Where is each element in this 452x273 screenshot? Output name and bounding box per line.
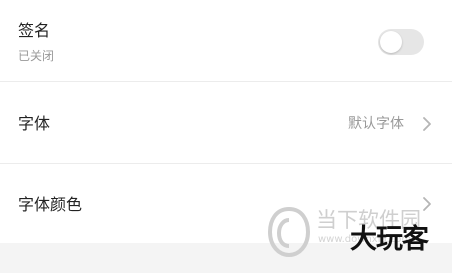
toggle-knob	[380, 31, 402, 53]
chevron-right-icon	[423, 197, 431, 211]
font-row[interactable]: 字体 默认字体	[0, 82, 452, 163]
font-label: 字体	[18, 114, 51, 133]
font-color-row[interactable]: 字体颜色	[0, 164, 452, 243]
font-color-label: 字体颜色	[18, 195, 83, 214]
signature-toggle[interactable]	[378, 29, 424, 55]
signature-row: 签名 已关闭	[0, 0, 452, 81]
chevron-right-icon	[423, 117, 431, 131]
font-value: 默认字体	[348, 116, 404, 132]
signature-label: 签名	[18, 21, 51, 40]
signature-status: 已关闭	[18, 49, 55, 63]
